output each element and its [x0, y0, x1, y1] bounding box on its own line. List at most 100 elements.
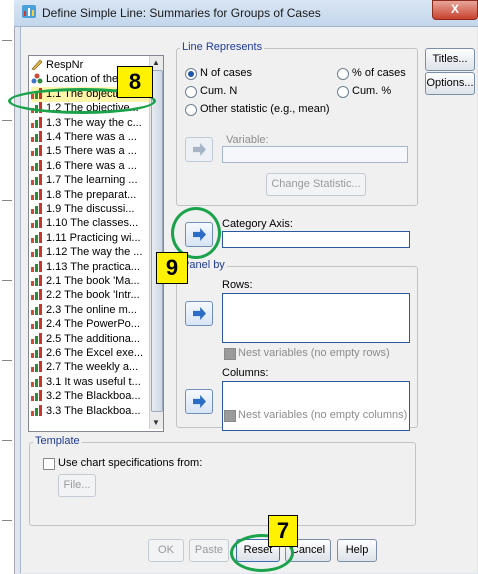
variable-list-item[interactable]: 2.1 The book 'Ma...	[31, 274, 163, 289]
step-badge-8: 8	[117, 66, 153, 98]
cum-n-radio[interactable]	[185, 86, 197, 98]
variable-name: 1.3 The way the c...	[46, 116, 142, 129]
category-axis-label: Category Axis:	[222, 218, 293, 230]
n-of-cases-radio[interactable]	[185, 68, 197, 80]
variable-name: RespNr	[46, 59, 84, 71]
move-to-rows-button[interactable]	[185, 301, 213, 326]
variable-list-item[interactable]: 2.4 The PowerPo...	[31, 317, 163, 332]
n-of-cases-label: N of cases	[200, 67, 252, 79]
variable-list-item[interactable]: 2.2 The book 'Intr...	[31, 288, 163, 303]
variable-list-item[interactable]: 1.4 There was a ...	[31, 130, 163, 145]
variable-list-item[interactable]: 1.10 The classes...	[31, 216, 163, 231]
pct-of-cases-label: % of cases	[352, 67, 406, 79]
titles-button[interactable]: Titles...	[425, 48, 475, 71]
use-spec-checkbox[interactable]	[43, 458, 55, 470]
scale-measure-icon	[31, 59, 43, 71]
window-title: Define Simple Line: Summaries for Groups…	[42, 6, 321, 20]
ordinal-measure-icon	[31, 347, 43, 358]
variable-list-item[interactable]: 2.6 The Excel exe...	[31, 346, 163, 361]
ordinal-measure-icon	[31, 159, 43, 171]
variable-list-item[interactable]: 1.11 Practicing wi...	[31, 231, 163, 246]
variable-name: 1.7 The learning ...	[46, 174, 138, 187]
variable-list-item[interactable]: 2.5 The additiona...	[31, 332, 163, 347]
ordinal-measure-icon	[31, 275, 43, 286]
ordinal-measure-icon	[31, 260, 43, 272]
variable-name: 3.2 The Blackboa...	[46, 390, 141, 403]
close-icon: X	[450, 2, 459, 16]
nest-columns-label: Nest variables (no empty columns)	[238, 409, 408, 421]
variable-name: 1.11 Practicing wi...	[46, 231, 141, 244]
pct-of-cases-radio[interactable]	[337, 68, 349, 80]
right-arrow-icon	[193, 395, 206, 408]
variable-name: 1.8 The preparat...	[46, 188, 137, 201]
variable-name: 2.1 The book 'Ma...	[46, 275, 140, 287]
ordinal-measure-icon	[31, 203, 43, 214]
variable-name: 2.4 The PowerPo...	[46, 318, 140, 331]
ordinal-measure-icon	[31, 188, 43, 200]
variable-name: 1.5 There was a ...	[46, 145, 137, 158]
move-to-variable-button[interactable]	[185, 137, 213, 162]
step-badge-9: 9	[156, 252, 188, 284]
variable-list-item[interactable]: 1.8 The preparat...	[31, 188, 163, 203]
category-axis-field[interactable]	[222, 231, 410, 248]
variable-list-item[interactable]: 2.7 The weekly a...	[31, 360, 163, 375]
rows-field[interactable]	[222, 293, 410, 343]
variable-name: 2.6 The Excel exe...	[46, 347, 144, 359]
rows-label: Rows:	[222, 279, 253, 291]
right-arrow-icon	[193, 143, 206, 156]
variable-name: 1.10 The classes...	[46, 217, 139, 230]
variable-list-item[interactable]: 1.13 The practica...	[31, 260, 163, 275]
cum-pct-radio[interactable]	[337, 86, 349, 98]
ordinal-measure-icon	[31, 289, 43, 301]
scroll-down-icon[interactable]: ▼	[152, 418, 160, 427]
step-badge-7: 7	[268, 515, 298, 547]
variable-list-item[interactable]: 2.3 The online m...	[31, 303, 163, 318]
variable-list-item[interactable]: 3.3 The Blackboa...	[31, 404, 163, 419]
columns-field[interactable]	[222, 381, 410, 431]
left-margin-strip	[0, 0, 15, 574]
variable-name: 1.13 The practica...	[46, 260, 140, 273]
ordinal-measure-icon	[31, 217, 43, 229]
variable-list-item[interactable]: 1.5 There was a ...	[31, 144, 163, 159]
variable-list-item[interactable]: 1.12 The way the ...	[31, 245, 163, 260]
change-statistic-button[interactable]: Change Statistic...	[266, 173, 366, 196]
variable-field[interactable]	[222, 146, 408, 163]
variable-list-item[interactable]: 1.9 The discussi...	[31, 202, 163, 217]
columns-label: Columns:	[222, 367, 269, 379]
right-arrow-icon	[193, 307, 206, 320]
nest-rows-checkbox[interactable]	[224, 348, 236, 360]
ordinal-measure-icon	[31, 231, 43, 243]
use-spec-label: Use chart specifications from:	[58, 457, 203, 469]
ordinal-measure-icon	[31, 361, 43, 373]
ordinal-measure-icon	[31, 303, 43, 315]
scrollbar-thumb[interactable]	[151, 70, 163, 412]
ok-button[interactable]: OK	[148, 539, 184, 562]
other-statistic-label: Other statistic (e.g., mean)	[200, 103, 330, 115]
ordinal-measure-icon	[31, 404, 43, 416]
ordinal-measure-icon	[31, 246, 43, 258]
nest-columns-checkbox[interactable]	[224, 410, 236, 422]
nest-rows-label: Nest variables (no empty rows)	[238, 347, 390, 359]
variable-list-item[interactable]: 1.3 The way the c...	[31, 116, 163, 131]
variable-name: 2.5 The additiona...	[46, 332, 140, 345]
variable-list-item[interactable]: 3.2 The Blackboa...	[31, 389, 163, 404]
variable-name: 1.12 The way the ...	[46, 246, 143, 259]
cum-n-label: Cum. N	[200, 85, 238, 97]
file-button[interactable]: File...	[58, 474, 96, 497]
variable-name: 2.7 The weekly a...	[46, 361, 139, 374]
paste-button[interactable]: Paste	[189, 539, 229, 562]
ordinal-measure-icon	[31, 174, 43, 186]
variable-list-scrollbar[interactable]: ▲ ▼	[149, 56, 163, 429]
scroll-up-icon[interactable]: ▲	[152, 58, 160, 67]
ordinal-measure-icon	[31, 318, 43, 330]
variable-list-item[interactable]: 3.1 It was useful t...	[31, 375, 163, 390]
options-button[interactable]: Options...	[425, 72, 475, 95]
cum-pct-label: Cum. %	[352, 85, 392, 97]
help-button[interactable]: Help	[337, 539, 377, 562]
ordinal-measure-icon	[31, 145, 43, 157]
move-to-columns-button[interactable]	[185, 389, 213, 414]
variable-list-item[interactable]: 1.6 There was a ...	[31, 159, 163, 174]
close-button[interactable]: X	[432, 0, 478, 20]
other-statistic-radio[interactable]	[185, 104, 197, 116]
variable-list-item[interactable]: 1.7 The learning ...	[31, 173, 163, 188]
